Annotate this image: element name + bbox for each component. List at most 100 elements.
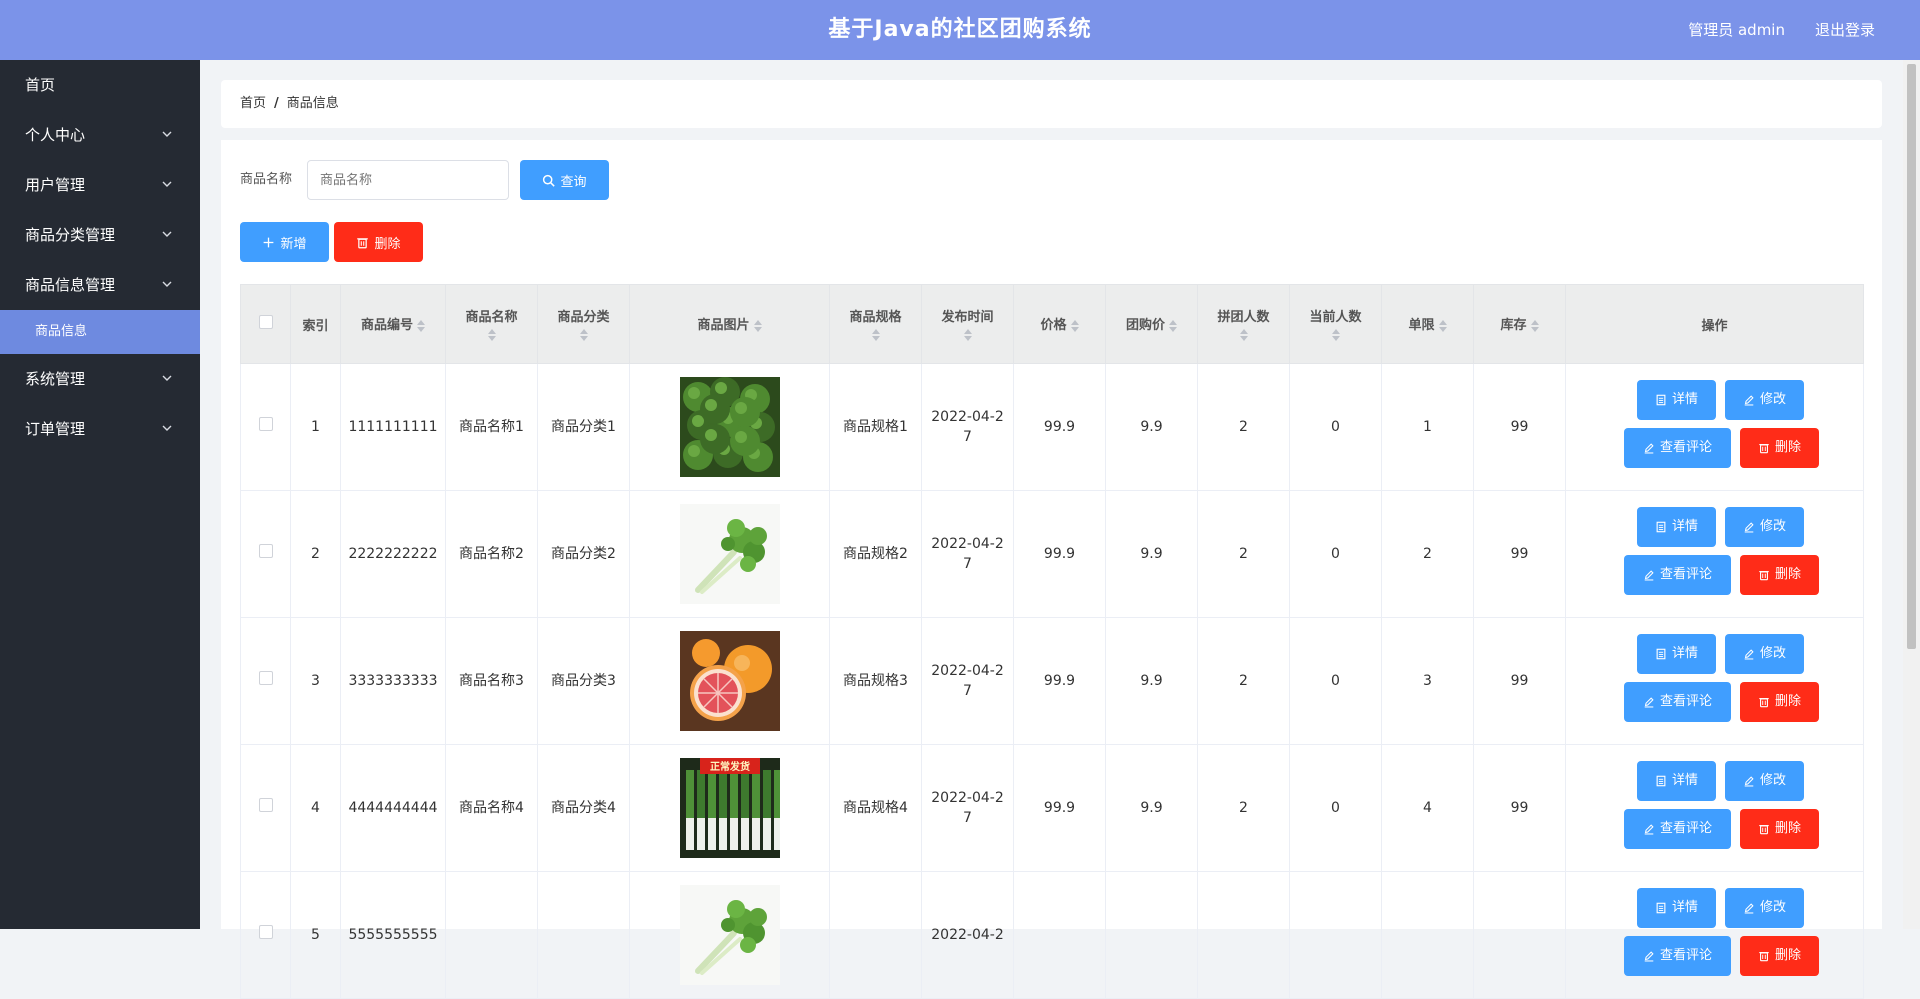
cell-stock: 99: [1473, 490, 1566, 618]
search-input[interactable]: [307, 160, 509, 200]
sidebar-item-label: 商品分类管理: [25, 226, 116, 244]
sidebar-item-0[interactable]: 首页: [0, 60, 200, 110]
edit-icon: [1744, 903, 1754, 914]
column-header-category[interactable]: 商品分类: [537, 284, 630, 364]
trash-icon: [1759, 952, 1769, 962]
column-header-code[interactable]: 商品编号: [340, 284, 446, 364]
column-header-image[interactable]: 商品图片: [629, 284, 830, 364]
product-image[interactable]: [679, 377, 780, 477]
search-button[interactable]: 查询: [520, 160, 609, 200]
column-header-current-count[interactable]: 当前人数: [1289, 284, 1382, 364]
row-select-cell: [240, 617, 291, 745]
delete-button[interactable]: 删除: [1740, 428, 1819, 468]
detail-button[interactable]: 详情: [1637, 634, 1716, 674]
sort-icon[interactable]: [1530, 318, 1539, 334]
sort-icon[interactable]: [1070, 318, 1079, 334]
cell-code: 3333333333: [340, 617, 446, 745]
column-header-stock[interactable]: 库存: [1473, 284, 1566, 364]
sort-icon[interactable]: [487, 328, 496, 341]
column-header-group-size[interactable]: 拼团人数: [1197, 284, 1290, 364]
product-image[interactable]: 正常发货: [679, 758, 780, 858]
row-checkbox[interactable]: [258, 417, 273, 431]
sort-icon[interactable]: [1331, 328, 1340, 341]
cell-group-price: 9.9: [1105, 744, 1198, 872]
product-image[interactable]: [679, 631, 780, 731]
detail-button[interactable]: 详情: [1637, 761, 1716, 801]
add-button[interactable]: 新增: [240, 222, 329, 262]
sidebar-item-2[interactable]: 用户管理: [0, 160, 200, 210]
column-header-price[interactable]: 价格: [1013, 284, 1106, 364]
view-reviews-button[interactable]: 查看评论: [1624, 555, 1731, 595]
column-header-group-price[interactable]: 团购价: [1105, 284, 1198, 364]
page-scrollbar[interactable]: [1903, 60, 1920, 929]
sort-icon[interactable]: [871, 328, 880, 341]
sort-icon[interactable]: [753, 318, 762, 334]
sidebar-item-5[interactable]: 商品信息: [0, 310, 200, 354]
row-checkbox[interactable]: [258, 798, 273, 812]
sort-icon[interactable]: [579, 328, 588, 341]
column-header-spec[interactable]: 商品规格: [829, 284, 922, 364]
document-icon: [1656, 648, 1666, 660]
table-row[interactable]: 2 2222222222 商品名称2 商品分类2 商品规格2 2022-04-27 99.9…: [240, 490, 1864, 618]
trash-icon: [1759, 698, 1769, 708]
bulk-delete-label: 删除: [374, 236, 401, 252]
detail-button[interactable]: 详情: [1637, 380, 1716, 420]
sort-icon[interactable]: [1438, 318, 1447, 334]
view-reviews-button[interactable]: 查看评论: [1624, 682, 1731, 722]
product-image[interactable]: [679, 885, 780, 985]
delete-button[interactable]: 删除: [1740, 682, 1819, 722]
cell-group-size: 2: [1197, 617, 1290, 745]
edit-button[interactable]: 修改: [1725, 507, 1804, 547]
row-checkbox[interactable]: [258, 544, 273, 558]
sort-icon[interactable]: [417, 318, 425, 334]
sidebar-item-7[interactable]: 订单管理: [0, 404, 200, 454]
row-checkbox[interactable]: [258, 671, 273, 685]
cell-spec: 商品规格3: [829, 617, 922, 745]
cell-current-count: 0: [1289, 490, 1382, 618]
column-header-limit[interactable]: 单限: [1381, 284, 1474, 364]
chevron-down-icon: [162, 210, 172, 260]
product-image[interactable]: [679, 504, 780, 604]
sort-icon[interactable]: [963, 328, 972, 341]
view-reviews-button[interactable]: 查看评论: [1624, 936, 1731, 976]
table-row[interactable]: 3 3333333333 商品名称3 商品分类3 商品规格3 2022-04-27 99.9…: [240, 617, 1864, 745]
edit-button[interactable]: 修改: [1725, 761, 1804, 801]
column-header-name[interactable]: 商品名称: [445, 284, 538, 364]
edit-button[interactable]: 修改: [1725, 634, 1804, 674]
table-row[interactable]: 5 5555555555 2022-04-2 详情 修改 查看评论 删除: [240, 871, 1864, 999]
table-header-row: 索引 商品编号 商品名称 商品分类 商品图片 商品规格 发布时间 价格 团购价 …: [240, 284, 1864, 364]
cell-image: [629, 363, 830, 491]
logout-link[interactable]: 退出登录: [1815, 0, 1875, 60]
delete-button[interactable]: 删除: [1740, 555, 1819, 595]
row-checkbox[interactable]: [258, 925, 273, 939]
cell-current-count: [1289, 871, 1382, 999]
detail-button[interactable]: 详情: [1637, 888, 1716, 928]
edit-button[interactable]: 修改: [1725, 380, 1804, 420]
scrollbar-thumb[interactable]: [1907, 64, 1916, 649]
detail-button[interactable]: 详情: [1637, 507, 1716, 547]
sidebar-item-3[interactable]: 商品分类管理: [0, 210, 200, 260]
table-row[interactable]: 4 4444444444 商品名称4 商品分类4 正常发货 商品规格4 2022-04-27…: [240, 744, 1864, 872]
delete-button[interactable]: 删除: [1740, 809, 1819, 849]
edit-button[interactable]: 修改: [1725, 888, 1804, 928]
table-row[interactable]: 1 1111111111 商品名称1 商品分类1 商品规格1 2022-04-27 99.9…: [240, 363, 1864, 491]
bulk-delete-button[interactable]: 删除: [334, 222, 423, 262]
cell-group-size: 2: [1197, 744, 1290, 872]
row-select-cell: [240, 363, 291, 491]
cell-limit: 2: [1381, 490, 1474, 618]
sidebar-item-1[interactable]: 个人中心: [0, 110, 200, 160]
view-reviews-button[interactable]: 查看评论: [1624, 809, 1731, 849]
delete-button[interactable]: 删除: [1740, 936, 1819, 976]
sort-icon[interactable]: [1239, 328, 1248, 341]
column-header-publish-time[interactable]: 发布时间: [921, 284, 1014, 364]
sidebar-item-6[interactable]: 系统管理: [0, 354, 200, 404]
select-all-checkbox[interactable]: [258, 315, 273, 329]
sidebar-item-label: 首页: [25, 76, 56, 94]
sidebar-item-4[interactable]: 商品信息管理: [0, 260, 200, 310]
cell-spec: [829, 871, 922, 999]
sort-icon[interactable]: [1169, 318, 1177, 334]
cell-price: 99.9: [1013, 617, 1106, 745]
breadcrumb-home[interactable]: 首页: [240, 96, 266, 111]
view-reviews-button[interactable]: 查看评论: [1624, 428, 1731, 468]
search-button-label: 查询: [560, 174, 587, 190]
